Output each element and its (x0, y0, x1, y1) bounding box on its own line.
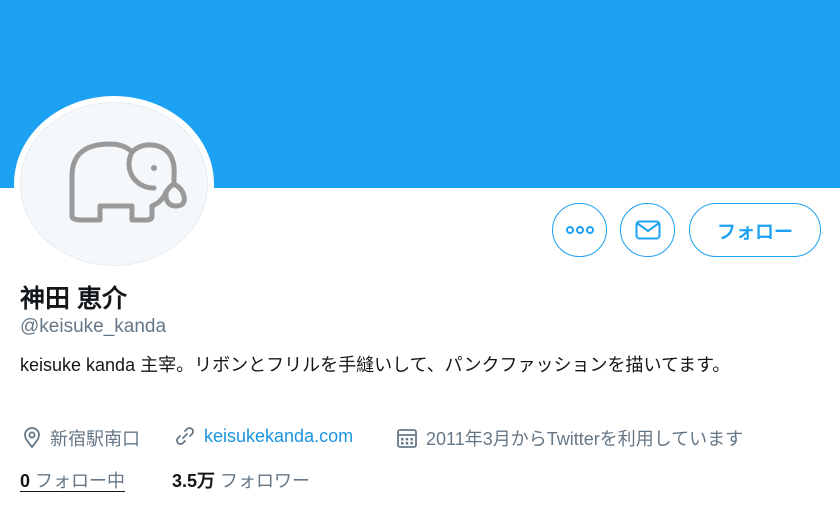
follow-button[interactable]: フォロー (689, 203, 821, 257)
direct-message-button[interactable] (620, 203, 675, 257)
following-stat[interactable]: 0 フォロー中 (20, 467, 125, 493)
profile-name: 神田 恵介 (20, 285, 127, 313)
profile-location: 新宿駅南口 (22, 425, 140, 451)
join-date-text: 2011年3月からTwitterを利用しています (426, 429, 744, 449)
followers-label: フォロワー (220, 471, 311, 491)
profile-website[interactable]: keisukekanda.com (174, 425, 353, 447)
followers-stat[interactable]: 3.5万 フォロワー (172, 467, 310, 493)
calendar-icon (397, 429, 417, 448)
link-icon (176, 427, 194, 445)
profile-bio: keisuke kanda 主宰。リボンとフリルを手縫いして、パンクファッション… (20, 355, 731, 375)
followers-count: 3.5万 (172, 471, 216, 491)
website-link[interactable]: keisukekanda.com (204, 426, 353, 447)
profile-join-date: 2011年3月からTwitterを利用しています (396, 425, 743, 451)
more-options-button[interactable] (552, 203, 607, 257)
envelope-icon (635, 220, 660, 240)
following-label: フォロー中 (35, 471, 126, 491)
location-text: 新宿駅南口 (50, 429, 140, 449)
location-pin-icon (24, 427, 40, 449)
profile-handle[interactable]: @keisuke_kanda (20, 316, 166, 338)
profile-avatar[interactable] (14, 96, 214, 272)
elephant-icon (69, 141, 187, 223)
following-count: 0 (20, 471, 31, 491)
more-dots-icon (565, 226, 594, 234)
